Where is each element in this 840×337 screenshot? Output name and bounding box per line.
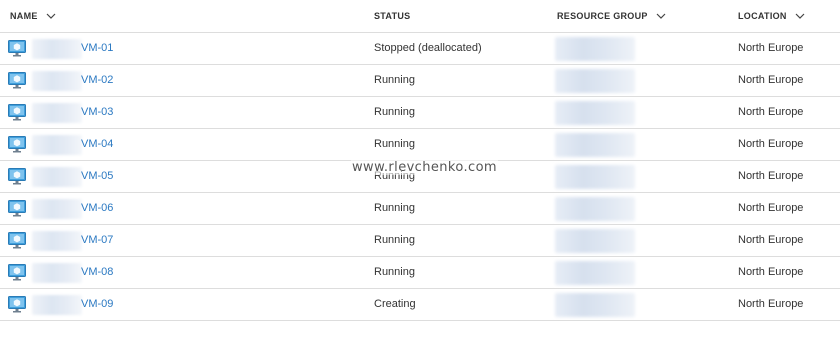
table-row[interactable]: VM-02 Running North Europe: [0, 65, 840, 97]
vm-status: Creating: [374, 298, 416, 310]
redacted-name-prefix: [32, 295, 82, 315]
column-header-name-label: NAME: [10, 11, 38, 21]
column-header-name[interactable]: NAME: [10, 0, 56, 32]
vm-status: Running: [374, 266, 415, 278]
vm-name-link[interactable]: VM-02: [81, 74, 113, 86]
redacted-resource-group: [555, 293, 635, 317]
vm-location: North Europe: [738, 138, 804, 150]
virtual-machine-icon: [8, 200, 26, 217]
vm-location: North Europe: [738, 234, 804, 246]
redacted-name-prefix: [32, 231, 82, 251]
redacted-resource-group: [555, 133, 635, 157]
table-row[interactable]: VM-01 Stopped (deallocated) North Europe: [0, 33, 840, 65]
column-header-location[interactable]: LOCATION: [738, 0, 805, 32]
vm-name-link[interactable]: VM-08: [81, 266, 113, 278]
virtual-machine-icon: [8, 104, 26, 121]
vm-name-link[interactable]: VM-01: [81, 42, 113, 54]
vm-status: Running: [374, 234, 415, 246]
redacted-name-prefix: [32, 135, 82, 155]
vm-location: North Europe: [738, 266, 804, 278]
column-header-status[interactable]: STATUS: [374, 0, 410, 32]
vm-name-link[interactable]: VM-05: [81, 170, 113, 182]
vm-list-grid: NAME STATUS RESOURCE GROUP LOCATION VM-0…: [0, 0, 840, 337]
redacted-name-prefix: [32, 71, 82, 91]
table-row[interactable]: VM-04 Running North Europe: [0, 129, 840, 161]
table-row[interactable]: VM-06 Running North Europe: [0, 193, 840, 225]
grid-header: NAME STATUS RESOURCE GROUP LOCATION: [0, 0, 840, 33]
redacted-resource-group: [555, 165, 635, 189]
table-row[interactable]: VM-07 Running North Europe: [0, 225, 840, 257]
virtual-machine-icon: [8, 264, 26, 281]
vm-name-link[interactable]: VM-06: [81, 202, 113, 214]
vm-status: Running: [374, 202, 415, 214]
table-row[interactable]: VM-03 Running North Europe: [0, 97, 840, 129]
redacted-resource-group: [555, 197, 635, 221]
vm-location: North Europe: [738, 42, 804, 54]
column-header-resource-group-label: RESOURCE GROUP: [557, 11, 648, 21]
vm-name-link[interactable]: VM-07: [81, 234, 113, 246]
redacted-resource-group: [555, 229, 635, 253]
chevron-down-icon[interactable]: [46, 11, 56, 21]
vm-status: Running: [374, 106, 415, 118]
watermark-text: www.rlevchenko.com: [351, 160, 498, 175]
column-header-resource-group[interactable]: RESOURCE GROUP: [557, 0, 666, 32]
redacted-name-prefix: [32, 199, 82, 219]
vm-location: North Europe: [738, 170, 804, 182]
chevron-down-icon[interactable]: [795, 11, 805, 21]
redacted-name-prefix: [32, 167, 82, 187]
redacted-name-prefix: [32, 263, 82, 283]
redacted-name-prefix: [32, 103, 82, 123]
redacted-resource-group: [555, 261, 635, 285]
table-row[interactable]: VM-09 Creating North Europe: [0, 289, 840, 321]
virtual-machine-icon: [8, 72, 26, 89]
redacted-name-prefix: [32, 39, 82, 59]
redacted-resource-group: [555, 37, 635, 61]
vm-status: Running: [374, 74, 415, 86]
redacted-resource-group: [555, 69, 635, 93]
virtual-machine-icon: [8, 296, 26, 313]
vm-name-link[interactable]: VM-04: [81, 138, 113, 150]
vm-location: North Europe: [738, 202, 804, 214]
column-header-location-label: LOCATION: [738, 11, 787, 21]
vm-name-link[interactable]: VM-09: [81, 298, 113, 310]
vm-location: North Europe: [738, 106, 804, 118]
vm-status: Stopped (deallocated): [374, 42, 482, 54]
table-row[interactable]: VM-08 Running North Europe: [0, 257, 840, 289]
vm-name-link[interactable]: VM-03: [81, 106, 113, 118]
virtual-machine-icon: [8, 136, 26, 153]
chevron-down-icon[interactable]: [656, 11, 666, 21]
virtual-machine-icon: [8, 168, 26, 185]
vm-location: North Europe: [738, 74, 804, 86]
vm-location: North Europe: [738, 298, 804, 310]
redacted-resource-group: [555, 101, 635, 125]
virtual-machine-icon: [8, 232, 26, 249]
column-header-status-label: STATUS: [374, 11, 411, 21]
vm-status: Running: [374, 138, 415, 150]
virtual-machine-icon: [8, 40, 26, 57]
